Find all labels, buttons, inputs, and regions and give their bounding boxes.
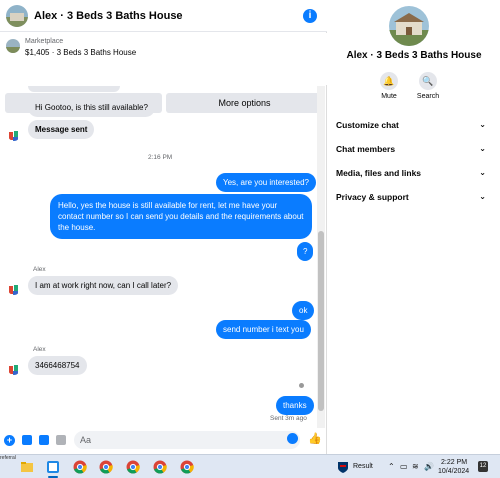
message-bubble[interactable]: send number i text you [216,320,311,339]
chat-pane: Alex · 3 Beds 3 Baths House i Marketplac… [0,0,327,454]
chrome-icon[interactable] [180,460,194,474]
message-bubble[interactable]: ? [297,242,314,261]
mute-label: Mute [381,93,397,100]
sender-name: Alex [33,266,46,273]
chat-title[interactable]: Alex · 3 Beds 3 Baths House [34,10,183,22]
search-icon: 🔍 [419,72,437,90]
message-input[interactable]: Aa [74,431,300,449]
message-bubble[interactable]: ok [292,301,315,320]
info-icon[interactable]: i [303,9,317,23]
chevron-down-icon: ⌄ [479,144,486,153]
file-explorer-icon[interactable] [20,460,34,474]
chrome-icon[interactable] [73,460,87,474]
emoji-icon[interactable] [287,433,298,444]
avatar[interactable] [8,363,20,375]
message-bubble[interactable]: Hello, yes the house is still available … [50,194,312,239]
chrome-icon[interactable] [153,460,167,474]
sender-name: Alex [33,346,46,353]
volume-icon[interactable]: 🔊 [424,462,434,471]
section-label: Chat members [336,144,396,154]
message-bubble[interactable]: Message sent [28,120,95,139]
chat-header: Alex · 3 Beds 3 Baths House i [0,0,327,32]
chrome-icon[interactable] [126,460,140,474]
timestamp: 2:16 PM [148,154,173,161]
avatar[interactable] [8,283,20,295]
section-label: Media, files and links [336,168,422,178]
listing-title[interactable]: $1,405 · 3 Beds 3 Baths House [25,48,136,57]
message-bubble[interactable]: Hi Gootoo, is this still available? [28,98,155,117]
sticker-icon[interactable] [39,435,49,445]
marketplace-banner: Marketplace $1,405 · 3 Beds 3 Baths Hous… [0,33,327,113]
gif-icon[interactable] [56,435,66,445]
section-label: Customize chat [336,120,399,130]
notification-icon[interactable]: 12 [478,461,488,472]
search-label: Search [416,93,440,100]
section-label: Privacy & support [336,192,409,202]
profile-name: Alex · 3 Beds 3 Baths House [346,50,482,61]
taskbar: referralS... Result ⌃ ▭ ≋ 🔊 2:22 [0,454,500,478]
avatar[interactable] [8,129,20,141]
chevron-down-icon: ⌄ [479,192,486,201]
widget-result-text[interactable]: Result [353,463,373,470]
message-bubble[interactable]: Yes, are you interested? [216,173,316,192]
plus-icon[interactable]: + [4,435,15,446]
messenger-window: Alex · 3 Beds 3 Baths House i Marketplac… [0,0,500,478]
message-list[interactable]: Hi Gootoo, is this still available? Mess… [0,86,316,428]
taskbar-side-label: referralS... [0,455,16,461]
message-scrollbar[interactable] [317,86,325,428]
seen-avatar-icon [299,383,304,388]
message-bubble[interactable]: 3466468754 [28,356,87,375]
message-bubble[interactable]: I am at work right now, can I call later… [28,276,179,295]
message-bubble[interactable]: thanks [276,396,314,415]
search-button[interactable]: 🔍 Search [408,72,448,100]
battery-icon[interactable]: ▭ [400,462,408,471]
chevron-up-icon[interactable]: ⌃ [388,462,395,471]
sent-status: Sent 3m ago [270,415,307,422]
clock-time[interactable]: 2:22 PM [441,459,467,466]
listing-thumbnail[interactable] [6,39,20,53]
avatar[interactable] [389,6,429,46]
image-icon[interactable] [22,435,32,445]
bell-icon: 🔔 [380,72,398,90]
section-chat-members[interactable]: Chat members ⌄ [336,144,486,154]
avatar[interactable] [6,4,28,27]
marketplace-label: Marketplace [25,38,64,45]
section-privacy-support[interactable]: Privacy & support ⌄ [336,192,486,202]
thumbs-up-icon[interactable]: 👍 [308,432,322,445]
mute-button[interactable]: 🔔 Mute [369,72,409,100]
conversation-details-pane: Alex · 3 Beds 3 Baths House 🔔 Mute 🔍 Sea… [328,0,500,454]
wifi-icon[interactable]: ≋ [412,462,419,471]
chevron-down-icon: ⌄ [479,168,486,177]
scrollbar-thumb[interactable] [318,231,324,411]
chrome-icon[interactable] [99,460,113,474]
clock-date[interactable]: 10/4/2024 [438,468,469,475]
section-media-files-links[interactable]: Media, files and links ⌄ [336,168,486,178]
chevron-down-icon: ⌄ [479,120,486,129]
message-bubble [28,86,120,92]
app-icon[interactable] [46,460,60,474]
section-customize-chat[interactable]: Customize chat ⌄ [336,120,486,130]
nfl-icon[interactable] [336,460,350,474]
